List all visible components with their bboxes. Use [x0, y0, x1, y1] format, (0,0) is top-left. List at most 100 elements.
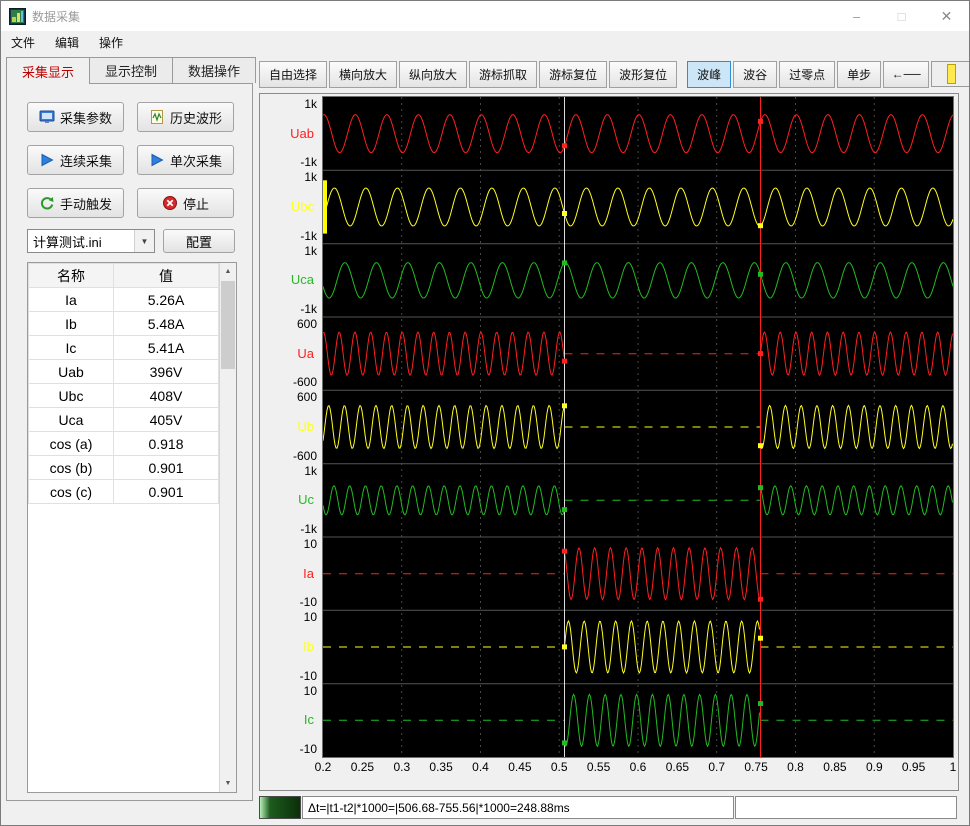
configure-button[interactable]: 配置	[163, 229, 235, 253]
time-axis-labels: 0.20.250.30.350.40.450.50.550.60.650.70.…	[323, 760, 957, 776]
single-step-toggle[interactable]: 单步	[837, 61, 881, 88]
param-name-cell: Uab	[29, 360, 114, 384]
single-capture-button[interactable]: 单次采集	[137, 145, 234, 175]
capture-params-icon	[39, 109, 55, 125]
channel-name-label: Uc	[298, 492, 314, 507]
scale-min-label: -10	[300, 595, 317, 609]
scale-min-label: -1k	[300, 155, 317, 169]
peak-toggle[interactable]: 波峰	[687, 61, 731, 88]
left-tabs: 采集显示 显示控制 数据操作	[6, 57, 255, 84]
tab-data-operation[interactable]: 数据操作	[172, 57, 256, 83]
scrollbar-thumb[interactable]	[221, 281, 235, 369]
menubar: 文件 编辑 操作	[1, 31, 969, 53]
scale-max-label: 1k	[304, 97, 317, 111]
stop-icon	[162, 195, 178, 211]
param-value-cell: 0.918	[114, 432, 219, 456]
measurement-table: 名称 值 Ia5.26AIb5.48AIc5.41AUab396VUbc408V…	[27, 262, 237, 793]
button-label: 单次采集	[170, 151, 222, 170]
time-tick-label: 0.95	[902, 760, 925, 774]
waveform-canvas[interactable]	[323, 97, 953, 757]
toolbar-snap-group: 波峰波谷过零点单步	[687, 61, 883, 88]
history-waveform-button[interactable]: 历史波形	[137, 102, 234, 132]
config-file-value: 计算测试.ini	[28, 232, 134, 251]
channel-labels: 1k-1kUab1k-1kUbc1k-1kUca600-600Ua600-600…	[260, 97, 320, 757]
capture-params-button[interactable]: 采集参数	[27, 102, 124, 132]
time-tick-label: 0.65	[666, 760, 689, 774]
scroll-up-icon[interactable]: ▲	[220, 263, 236, 280]
time-tick-label: 0.2	[315, 760, 332, 774]
tab-capture-display[interactable]: 采集显示	[6, 57, 90, 84]
scale-min-label: -1k	[300, 229, 317, 243]
scale-min-label: -10	[300, 742, 317, 756]
maximize-button[interactable]: □	[879, 1, 924, 31]
time-tick-label: 0.35	[429, 760, 452, 774]
zero-cross-toggle[interactable]: 过零点	[779, 61, 835, 88]
waveform-panel: 1k-1kUab1k-1kUbc1k-1kUca600-600Ua600-600…	[259, 93, 959, 791]
time-tick-label: 0.3	[393, 760, 410, 774]
scale-min-label: -10	[300, 669, 317, 683]
time-tick-label: 0.7	[708, 760, 725, 774]
scale-min-label: -1k	[300, 522, 317, 536]
free-select-button[interactable]: 自由选择	[259, 61, 327, 88]
param-name-cell: Ic	[29, 336, 114, 360]
h-zoom-button[interactable]: 横向放大	[329, 61, 397, 88]
param-name-cell: cos (a)	[29, 432, 114, 456]
chevron-down-icon[interactable]: ▼	[134, 230, 154, 252]
play-icon	[39, 152, 55, 168]
table-row: cos (a)0.918	[29, 432, 219, 456]
scale-max-label: 600	[297, 390, 317, 404]
table-row: Ic5.41A	[29, 336, 219, 360]
channel-name-label: Ub	[297, 419, 314, 434]
toolbar-step-group: ←── ──→	[883, 61, 970, 88]
config-file-select[interactable]: 计算测试.ini ▼	[27, 229, 155, 253]
channel-name-label: Uab	[290, 126, 314, 141]
time-tick-label: 0.25	[351, 760, 374, 774]
param-name-cell: Ib	[29, 312, 114, 336]
waveform-reset-button[interactable]: 波形复位	[609, 61, 677, 88]
window-controls: – □ ✕	[834, 1, 969, 31]
menu-edit[interactable]: 编辑	[45, 31, 89, 54]
aux-status-field	[735, 796, 957, 819]
play-icon	[149, 152, 165, 168]
table-header-value: 值	[114, 264, 219, 288]
toolbar-tools-group: 自由选择横向放大纵向放大游标抓取游标复位波形复位	[259, 61, 679, 88]
scale-max-label: 10	[304, 684, 317, 698]
slider-thumb[interactable]	[947, 64, 956, 84]
v-zoom-button[interactable]: 纵向放大	[399, 61, 467, 88]
minimize-button[interactable]: –	[834, 1, 879, 31]
step-left-button[interactable]: ←──	[883, 61, 929, 88]
stop-button[interactable]: 停止	[137, 188, 234, 218]
table-row: cos (b)0.901	[29, 456, 219, 480]
menu-file[interactable]: 文件	[1, 31, 45, 54]
history-waveform-icon	[149, 109, 165, 125]
close-button[interactable]: ✕	[924, 1, 969, 31]
continuous-capture-button[interactable]: 连续采集	[27, 145, 124, 175]
manual-trigger-button[interactable]: 手动触发	[27, 188, 124, 218]
table-scrollbar[interactable]: ▲ ▼	[219, 263, 236, 792]
scale-min-label: -1k	[300, 302, 317, 316]
time-tick-label: 0.5	[551, 760, 568, 774]
time-tick-label: 0.45	[508, 760, 531, 774]
cursor-grab-button[interactable]: 游标抓取	[469, 61, 537, 88]
scale-max-label: 1k	[304, 464, 317, 478]
menu-operate[interactable]: 操作	[89, 31, 133, 54]
scale-max-label: 1k	[304, 170, 317, 184]
param-name-cell: Ubc	[29, 384, 114, 408]
scale-max-label: 10	[304, 610, 317, 624]
trough-toggle[interactable]: 波谷	[733, 61, 777, 88]
cursor-reset-button[interactable]: 游标复位	[539, 61, 607, 88]
time-tick-label: 0.55	[587, 760, 610, 774]
table-row: Ubc408V	[29, 384, 219, 408]
tab-display-control[interactable]: 显示控制	[89, 57, 173, 83]
scroll-down-icon[interactable]: ▼	[220, 775, 236, 792]
step-slider[interactable]	[931, 61, 970, 87]
table-row: Uca405V	[29, 408, 219, 432]
time-tick-label: 0.85	[823, 760, 846, 774]
waveform-plot[interactable]	[322, 96, 954, 758]
time-tick-label: 0.8	[787, 760, 804, 774]
param-name-cell: cos (b)	[29, 456, 114, 480]
scale-max-label: 10	[304, 537, 317, 551]
param-name-cell: cos (c)	[29, 480, 114, 504]
scale-min-label: -600	[293, 449, 317, 463]
channel-name-label: Uca	[291, 272, 314, 287]
